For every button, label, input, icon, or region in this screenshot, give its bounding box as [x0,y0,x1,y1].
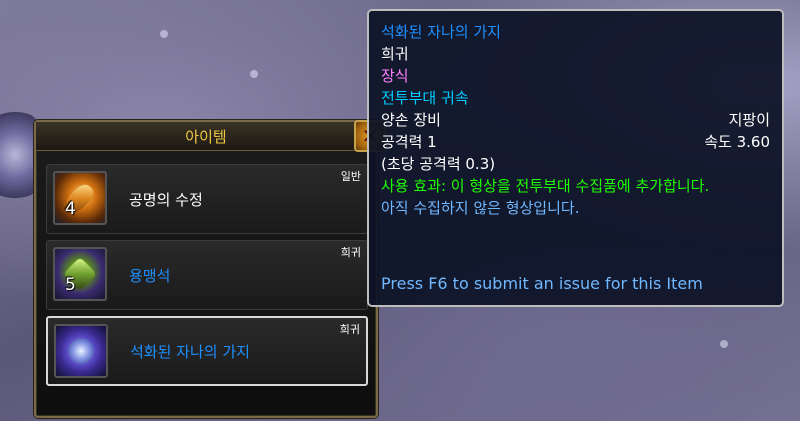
item-quality-label: 희귀 [340,246,361,259]
item-count: 4 [65,199,76,219]
tooltip-category: 장식 [381,67,409,85]
tooltip-slot: 양손 장비 [381,111,441,129]
loot-window: 아이템 ✕ 4 공명의 수정 일반 5 용맹석 희귀 석화된 자나의 가지 희귀 [34,120,386,418]
loot-header[interactable]: 아이템 ✕ [36,120,386,152]
crystal-icon[interactable]: 4 [53,171,107,225]
item-name: 용맹석 [129,266,171,285]
background-sparkle [720,340,728,348]
tooltip-binding: 전투부대 귀속 [381,89,469,107]
tooltip-damage: 공격력 1 [381,133,437,151]
petrified-branch-icon[interactable] [54,324,108,378]
item-quality-label: 희귀 [339,323,360,336]
item-tooltip: 석화된 자나의 가지 희귀 장식 전투부대 귀속 양손 장비 지팡이 공격력 1… [367,9,784,307]
tooltip-submit-hint: Press F6 to submit an issue for this Ite… [381,274,703,293]
tooltip-use-effect: 사용 효과: 이 형상을 전투부대 수집품에 추가합니다. [381,177,710,195]
tooltip-dps: (초당 공격력 0.3) [381,155,496,173]
loot-item-resonance-crystal[interactable]: 4 공명의 수정 일반 [46,164,368,234]
loot-item-valorstone[interactable]: 5 용맹석 희귀 [46,240,368,310]
item-name: 공명의 수정 [129,190,203,209]
dragon-stone-icon[interactable]: 5 [53,247,107,301]
background-sparkle [160,30,168,38]
item-name: 석화된 자나의 가지 [130,342,250,361]
tooltip-collection-status: 아직 수집하지 않은 형상입니다. [381,199,580,217]
tooltip-type: 지팡이 [728,111,770,129]
background-sparkle [250,70,258,78]
tooltip-speed: 속도 3.60 [704,133,770,151]
tooltip-quality: 희귀 [381,45,409,63]
loot-title: 아이템 [185,127,227,146]
tooltip-item-name: 석화된 자나의 가지 [381,23,501,41]
item-count: 5 [65,275,76,295]
loot-item-petrified-branch[interactable]: 석화된 자나의 가지 희귀 [46,316,368,386]
item-quality-label: 일반 [340,170,361,183]
